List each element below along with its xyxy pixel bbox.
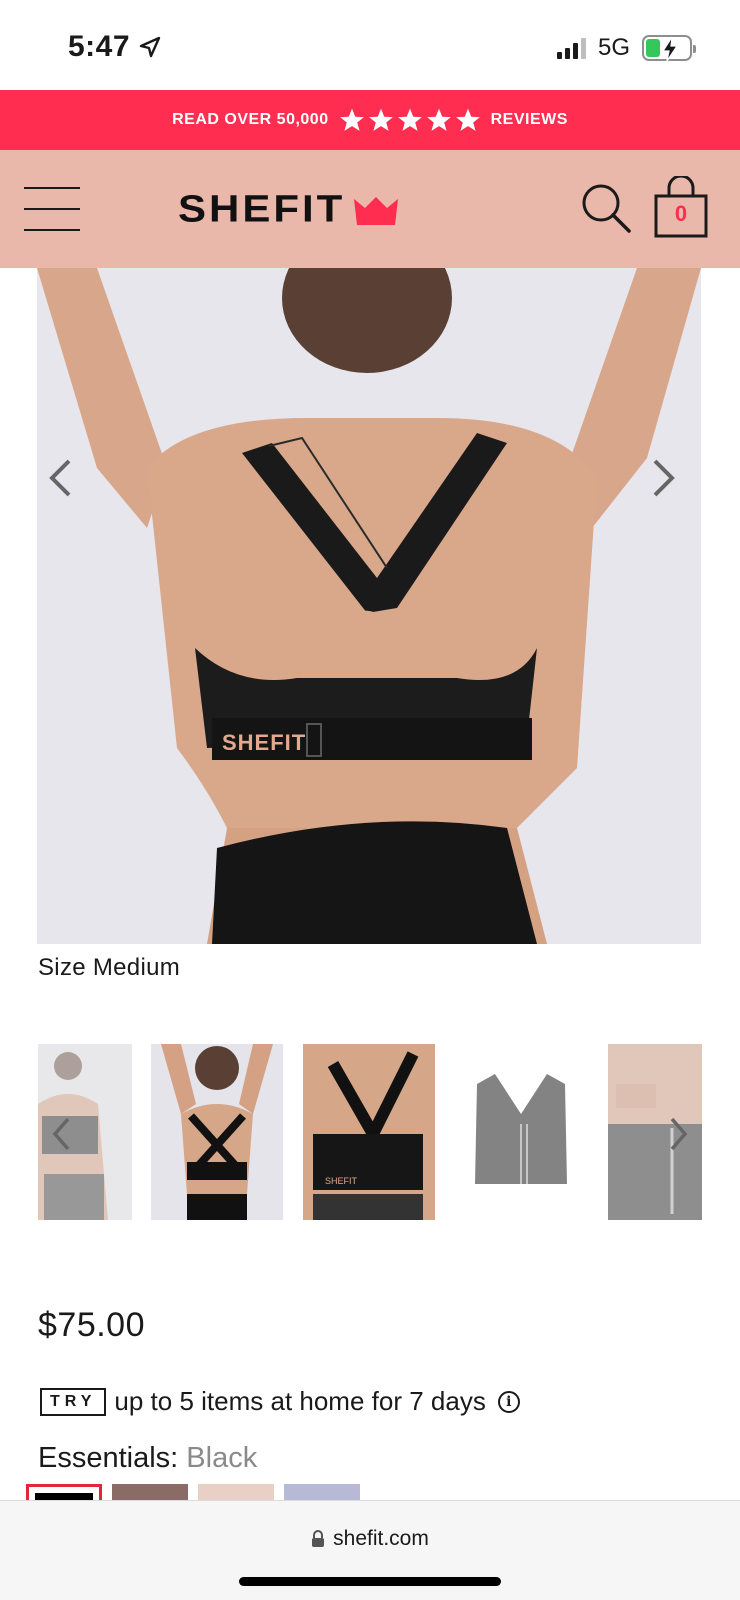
svg-text:SHEFIT: SHEFIT (222, 730, 306, 755)
reviews-promo-banner[interactable]: READ OVER 50,000 REVIEWS (0, 90, 740, 150)
thumbnails-previous-chevron-icon[interactable] (46, 1114, 76, 1154)
battery-icon (642, 35, 696, 62)
brand-logo[interactable]: SHEFIT (178, 185, 399, 233)
rating-stars (339, 107, 481, 133)
status-bar: 5:47 5G (0, 0, 740, 90)
thumbnails-next-chevron-icon[interactable] (664, 1114, 694, 1154)
promo-text-after: REVIEWS (490, 111, 568, 128)
star-icon (339, 108, 364, 131)
product-price: $75.00 (38, 1306, 145, 1344)
previous-image-chevron-icon[interactable] (47, 458, 87, 518)
shopping-bag-icon[interactable]: 0 (651, 174, 711, 245)
product-photo-back-view: SHEFIT (37, 268, 701, 944)
product-main-image[interactable]: SHEFIT (37, 268, 701, 944)
star-icon (455, 108, 480, 131)
network-type: 5G (597, 34, 630, 61)
try-at-home-text: up to 5 items at home for 7 days (114, 1386, 486, 1416)
clock: 5:47 (68, 30, 131, 63)
thumbnail-bra-flat[interactable] (455, 1044, 587, 1220)
site-header: SHEFIT 0 (0, 150, 740, 268)
star-icon (397, 108, 422, 131)
hamburger-menu-icon[interactable] (24, 187, 80, 231)
next-image-chevron-icon[interactable] (651, 458, 691, 518)
url-field[interactable]: shefit.com (0, 1527, 740, 1551)
cart-count: 0 (674, 201, 688, 226)
try-badge: TRY (40, 1387, 107, 1416)
search-icon[interactable] (580, 182, 632, 239)
signal-icon (556, 37, 586, 59)
thumbnail-back-arms-up[interactable] (151, 1044, 283, 1220)
home-indicator[interactable] (239, 1577, 501, 1586)
thumbnail-carousel: SHEFIT (38, 1044, 702, 1220)
brand-name: SHEFIT (178, 187, 346, 230)
thumbnail-back-cross-straps[interactable]: SHEFIT (303, 1044, 435, 1220)
promo-text-before: READ OVER 50,000 (172, 111, 329, 128)
star-icon (368, 108, 393, 131)
browser-address-bar: shefit.com (0, 1500, 740, 1600)
star-icon (426, 108, 451, 131)
try-at-home-row[interactable]: TRY up to 5 items at home for 7 days i (40, 1386, 520, 1417)
url-text: shefit.com (333, 1527, 429, 1550)
color-selection-label: Essentials: Black (38, 1442, 257, 1475)
selected-color-value: Black (186, 1442, 258, 1474)
color-label: Essentials: (38, 1442, 179, 1474)
location-arrow-icon (139, 36, 161, 58)
svg-text:SHEFIT: SHEFIT (325, 1176, 358, 1186)
image-caption: Size Medium (38, 954, 181, 981)
info-icon[interactable]: i (497, 1390, 520, 1413)
crown-icon (354, 197, 399, 225)
status-time: 5:47 (68, 30, 162, 64)
lock-icon (312, 1530, 325, 1547)
status-indicators: 5G (556, 34, 696, 62)
